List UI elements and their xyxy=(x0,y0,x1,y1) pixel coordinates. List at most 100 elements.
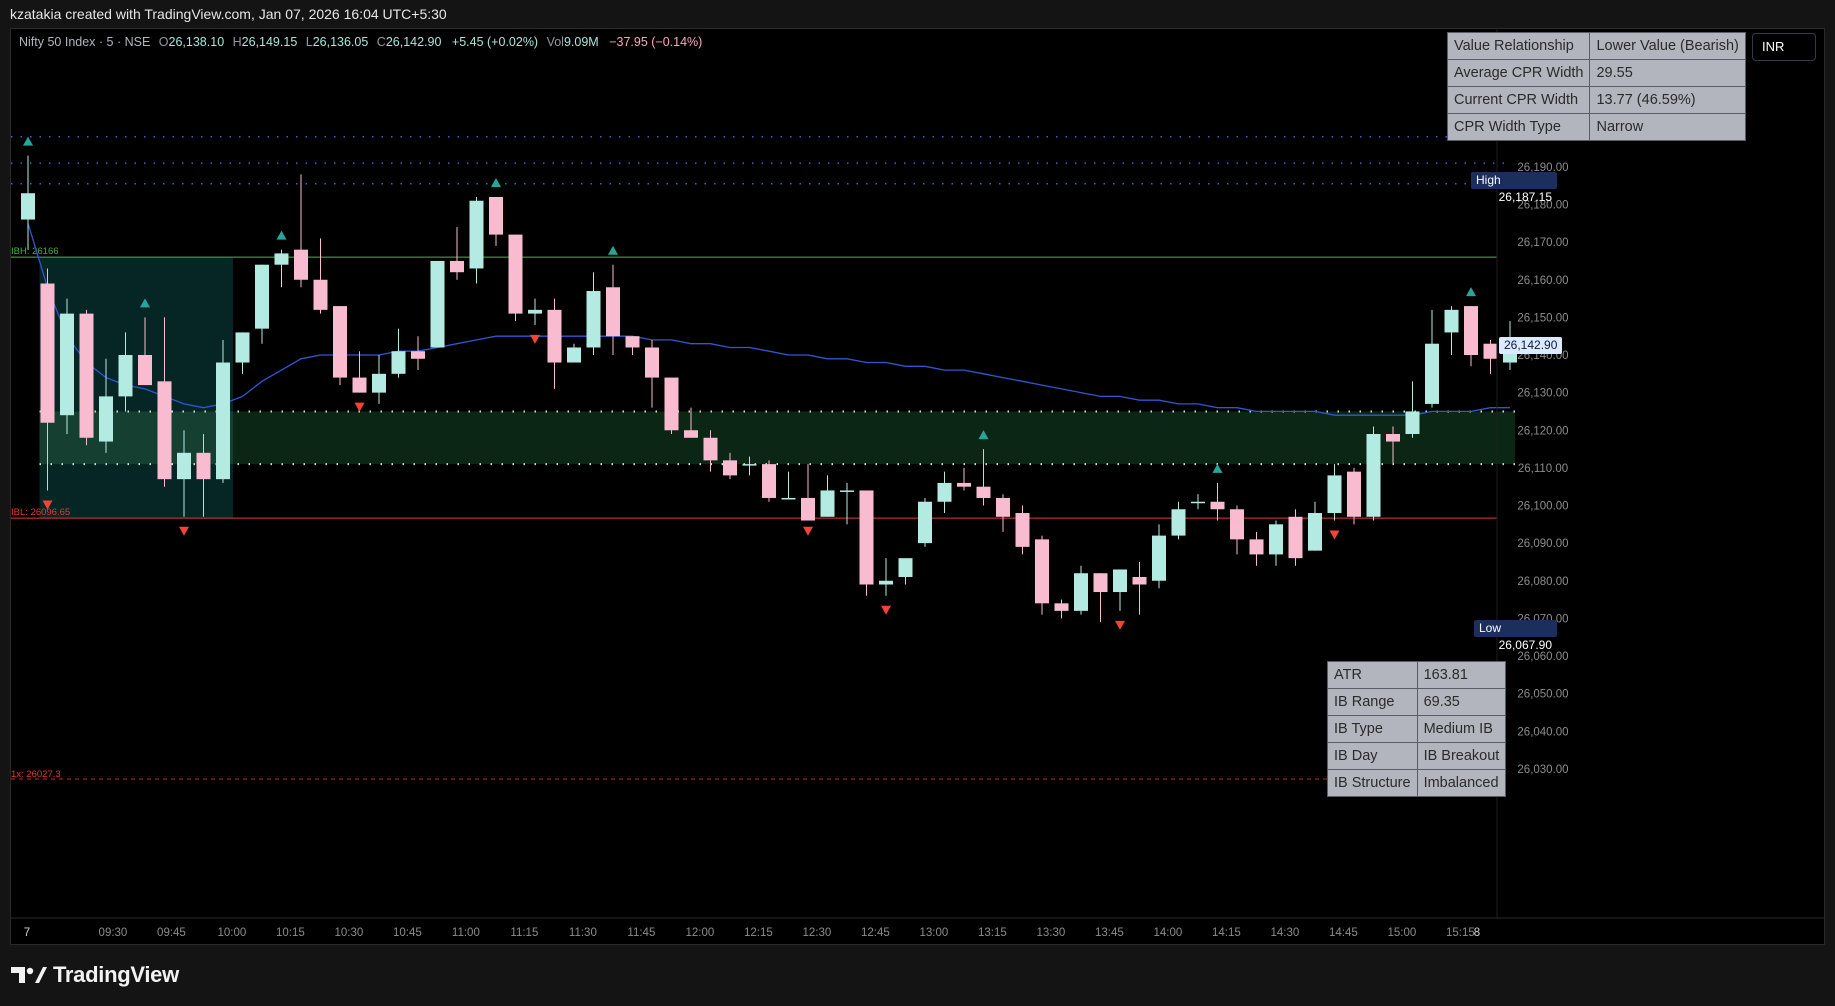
open-value: 26,138.10 xyxy=(168,35,225,49)
candle-body xyxy=(450,260,464,273)
cpr-table-row: Value Relationship Lower Value (Bearish) xyxy=(1446,32,1746,60)
candle-body xyxy=(1113,569,1127,593)
ib-table-value: IB Breakout xyxy=(1416,742,1507,770)
time-axis-tick: 11:15 xyxy=(510,927,538,939)
candle-body xyxy=(333,306,347,378)
candle-body xyxy=(879,580,893,585)
candle-body xyxy=(625,336,640,348)
tradingview-logo[interactable]: TradingView xyxy=(11,960,179,990)
candle-body xyxy=(703,437,718,461)
candle-body xyxy=(840,490,854,492)
cpr-table-key: Current CPR Width xyxy=(1446,86,1591,114)
time-axis-tick: 14:30 xyxy=(1271,927,1300,939)
ohlc-legend: Nifty 50 Index · 5 · NSE O26,138.10 H26,… xyxy=(19,35,703,49)
time-axis-tick: 11:00 xyxy=(452,927,480,939)
cpr-table-value: Lower Value (Bearish) xyxy=(1589,32,1746,60)
candle-body xyxy=(684,430,698,438)
candle-body xyxy=(508,234,523,314)
candle-body xyxy=(1464,306,1478,355)
ib-info-table: ATR 163.81 IB Range 69.35 IB Type Medium IB IB… xyxy=(1327,661,1507,797)
candle-body xyxy=(372,373,386,393)
candle-body xyxy=(1230,509,1244,540)
low-value: 26,136.05 xyxy=(312,35,369,49)
sell-signal-arrow xyxy=(354,402,365,412)
candle-body xyxy=(21,193,35,220)
sell-signal-arrow xyxy=(1115,620,1125,630)
candle-body xyxy=(1347,471,1361,517)
candle-body xyxy=(957,482,971,487)
price-axis-tick: 26,120.00 xyxy=(1517,425,1568,437)
symbol-label[interactable]: Nifty 50 Index · 5 · NSE xyxy=(19,35,150,49)
candle-body xyxy=(586,291,601,348)
candle-body xyxy=(1132,576,1147,585)
buy-signal-arrow xyxy=(608,245,618,255)
ib-table-row: IB Type Medium IB xyxy=(1327,715,1507,743)
time-axis-tick: 10:00 xyxy=(218,927,247,939)
candle-body xyxy=(664,377,679,431)
candle-body xyxy=(60,313,74,416)
time-axis-tick: 13:30 xyxy=(1037,927,1066,939)
price-axis-tick: 26,160.00 xyxy=(1517,275,1568,287)
candle-body xyxy=(1405,411,1420,435)
candle-body xyxy=(1366,434,1381,517)
candle-body xyxy=(1444,309,1459,333)
buy-signal-arrow xyxy=(1466,287,1476,297)
candle-body xyxy=(1054,603,1069,611)
last-price-tag: 26,142.90 xyxy=(1499,337,1563,354)
candle-body xyxy=(918,501,932,544)
cpr-band xyxy=(39,411,1515,465)
price-axis-tick: 26,130.00 xyxy=(1517,388,1568,400)
time-axis-tick: 10:45 xyxy=(393,927,422,939)
time-axis-tick: 10:15 xyxy=(276,927,305,939)
ema-line xyxy=(27,223,1510,416)
currency-button[interactable]: INR xyxy=(1752,33,1816,61)
candle-body xyxy=(157,381,172,480)
ib-table-value: Imbalanced xyxy=(1416,769,1507,797)
candle-body xyxy=(528,309,542,314)
candle-body xyxy=(859,490,874,585)
ib-table-value: 69.35 xyxy=(1416,688,1507,716)
time-axis-tick: 13:45 xyxy=(1095,927,1124,939)
candle-body xyxy=(645,347,659,378)
sell-signal-arrow xyxy=(179,526,189,536)
ib-table-key: IB Day xyxy=(1327,742,1418,770)
candlestick-chart[interactable]: IBH: 26166 IBL: 26096.65 1x: 26027.3 26,030… xyxy=(11,29,1824,944)
sell-signal-arrow xyxy=(881,605,891,615)
candle-body xyxy=(177,452,191,480)
ib-table-key: ATR xyxy=(1327,661,1418,689)
candle-body xyxy=(1015,513,1030,547)
candle-body xyxy=(352,377,367,393)
candle-body xyxy=(567,347,581,363)
target-label: 1x: 26027.3 xyxy=(11,769,61,780)
day-low-tag: Low 26,067.90 xyxy=(1474,620,1557,652)
ibh-label: IBH: 26166 xyxy=(11,246,59,257)
chart-pane[interactable]: IBH: 26166 IBL: 26096.65 1x: 26027.3 26,030… xyxy=(10,28,1825,945)
candle-body xyxy=(606,287,620,337)
sell-signal-arrow xyxy=(803,526,813,536)
time-axis-tick: 09:30 xyxy=(99,927,128,939)
candle-body xyxy=(79,313,94,438)
candle-body xyxy=(1171,509,1186,536)
time-axis-tick: 13:15 xyxy=(978,927,1007,939)
candle-body xyxy=(1210,501,1225,510)
price-axis-tick: 26,170.00 xyxy=(1517,237,1568,249)
time-axis-tick: 12:30 xyxy=(803,927,832,939)
time-axis-tick: 15:00 xyxy=(1388,927,1417,939)
candle-body xyxy=(762,464,776,498)
candle-body xyxy=(1386,434,1400,442)
price-axis-tick: 26,090.00 xyxy=(1517,538,1568,550)
candle-body xyxy=(742,464,757,466)
candle-body xyxy=(430,260,445,348)
ib-table-row: ATR 163.81 xyxy=(1327,661,1507,689)
candle-body xyxy=(1093,573,1108,593)
cpr-table-value: 13.77 (46.59%) xyxy=(1589,86,1746,114)
ib-table-value: 163.81 xyxy=(1416,661,1507,689)
candle-body xyxy=(235,332,250,363)
price-axis-tick: 26,040.00 xyxy=(1517,726,1568,738)
time-axis-tick: 14:45 xyxy=(1329,927,1358,939)
price-axis-tick: 26,080.00 xyxy=(1517,576,1568,588)
time-axis-tick: 13:00 xyxy=(920,927,949,939)
candle-body xyxy=(99,396,113,442)
candle-body xyxy=(937,482,952,502)
time-axis-tick: 12:15 xyxy=(744,927,773,939)
